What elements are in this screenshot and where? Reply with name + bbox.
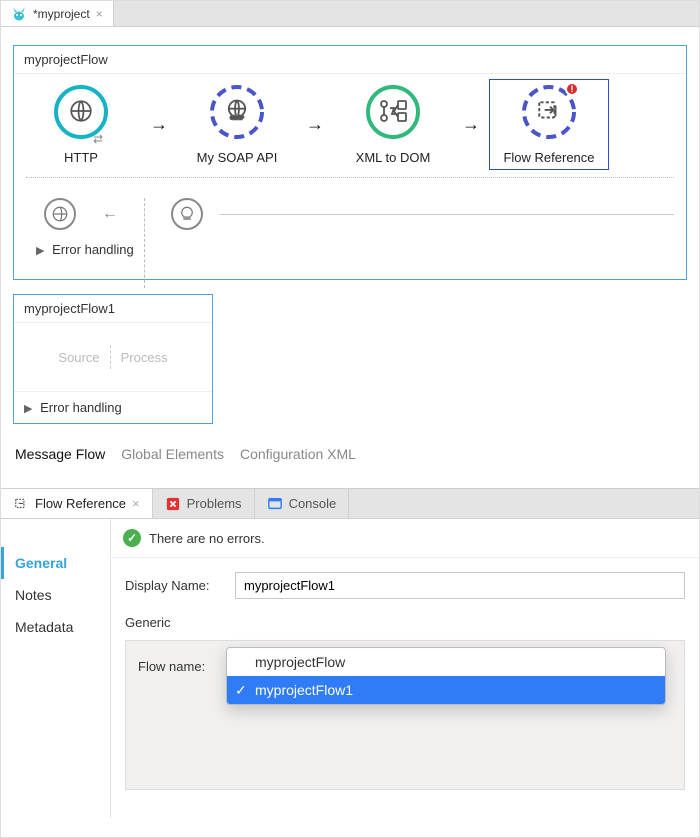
flow-name-label: Flow name: bbox=[138, 659, 205, 674]
problems-icon bbox=[165, 496, 181, 512]
flow-title: myprojectFlow bbox=[14, 46, 686, 74]
tab-global-elements[interactable]: Global Elements bbox=[121, 446, 224, 462]
node-soap[interactable]: SOAP My SOAP API bbox=[182, 84, 292, 165]
generic-section: Flow name: myprojectFlow myprojectFlow1 bbox=[125, 640, 685, 790]
close-icon[interactable]: × bbox=[132, 496, 140, 511]
node-http[interactable]: ⇄ HTTP bbox=[26, 84, 136, 165]
tab-configuration-xml[interactable]: Configuration XML bbox=[240, 446, 356, 462]
view-tab-problems[interactable]: Problems bbox=[153, 489, 255, 518]
node-flow-reference[interactable]: ! Flow Reference bbox=[494, 84, 604, 165]
flow-error-path: ← bbox=[26, 194, 674, 234]
node-http-label: HTTP bbox=[64, 150, 98, 165]
flow-name-dropdown[interactable]: myprojectFlow myprojectFlow1 bbox=[226, 647, 666, 705]
divider-dashed bbox=[110, 345, 111, 369]
arrow-left-icon bbox=[219, 214, 674, 215]
console-icon bbox=[267, 496, 283, 512]
display-name-input[interactable] bbox=[235, 572, 685, 599]
editor-bottom-tabs: Message Flow Global Elements Configurati… bbox=[13, 438, 687, 478]
dropdown-option[interactable]: myprojectFlow bbox=[227, 648, 665, 676]
display-name-label: Display Name: bbox=[125, 578, 225, 593]
editor-tab-title: *myproject bbox=[33, 7, 90, 21]
check-circle-icon: ✓ bbox=[123, 529, 141, 547]
node-flowref-label: Flow Reference bbox=[503, 150, 594, 165]
globe-icon bbox=[44, 198, 76, 230]
view-tabs: Flow Reference × Problems Console bbox=[1, 489, 699, 519]
tab-message-flow[interactable]: Message Flow bbox=[15, 446, 105, 462]
node-xml-label: XML to DOM bbox=[356, 150, 431, 165]
sidenav-notes[interactable]: Notes bbox=[1, 579, 110, 611]
close-icon[interactable]: × bbox=[96, 7, 103, 21]
globe-soap-icon bbox=[171, 198, 203, 230]
editor-tab-bar: *myproject × bbox=[1, 1, 699, 27]
sidenav-general[interactable]: General bbox=[1, 547, 110, 579]
triangle-right-icon: ▶ bbox=[36, 244, 44, 257]
source-slot[interactable]: Source bbox=[58, 350, 99, 365]
arrow-icon: → bbox=[462, 114, 480, 135]
mule-icon bbox=[11, 6, 27, 22]
editor-tab-myproject[interactable]: *myproject × bbox=[1, 1, 114, 26]
properties-side-nav: General Notes Metadata bbox=[1, 519, 111, 818]
error-badge-icon: ! bbox=[565, 82, 579, 96]
globe-icon bbox=[68, 98, 94, 127]
status-text: There are no errors. bbox=[149, 531, 265, 546]
arrow-left-icon: ← bbox=[102, 205, 118, 223]
error-handling-toggle[interactable]: ▶ Error handling bbox=[26, 234, 674, 265]
section-generic-header: Generic bbox=[125, 615, 685, 630]
error-handling-toggle[interactable]: ▶ Error handling bbox=[14, 391, 212, 423]
sidenav-metadata[interactable]: Metadata bbox=[1, 611, 110, 643]
svg-text:SOAP: SOAP bbox=[230, 115, 244, 121]
divider-dashed bbox=[144, 198, 145, 288]
process-slot[interactable]: Process bbox=[121, 350, 168, 365]
flow-reference-icon bbox=[13, 496, 29, 512]
globe-soap-icon: SOAP bbox=[223, 97, 251, 128]
flow-title: myprojectFlow1 bbox=[14, 295, 212, 323]
exchange-icon: ⇄ bbox=[93, 132, 103, 146]
flow-myprojectflow1[interactable]: myprojectFlow1 Source Process ▶ Error ha… bbox=[13, 294, 213, 424]
flow-reference-icon bbox=[536, 98, 562, 127]
bottom-panel: Flow Reference × Problems Console Genera… bbox=[1, 488, 699, 818]
arrow-icon: → bbox=[150, 114, 168, 135]
transform-icon bbox=[378, 98, 408, 127]
view-tab-console[interactable]: Console bbox=[255, 489, 350, 518]
dropdown-option-selected[interactable]: myprojectFlow1 bbox=[227, 676, 665, 704]
view-tab-flow-reference[interactable]: Flow Reference × bbox=[1, 489, 153, 518]
node-xml-to-dom[interactable]: XML to DOM bbox=[338, 84, 448, 165]
flow-myprojectflow[interactable]: myprojectFlow ⇄ HTTP bbox=[13, 45, 687, 280]
status-row: ✓ There are no errors. bbox=[111, 519, 699, 558]
triangle-right-icon: ▶ bbox=[24, 402, 32, 415]
flow-canvas: myprojectFlow ⇄ HTTP bbox=[1, 27, 699, 488]
node-soap-label: My SOAP API bbox=[197, 150, 278, 165]
arrow-icon: → bbox=[306, 114, 324, 135]
